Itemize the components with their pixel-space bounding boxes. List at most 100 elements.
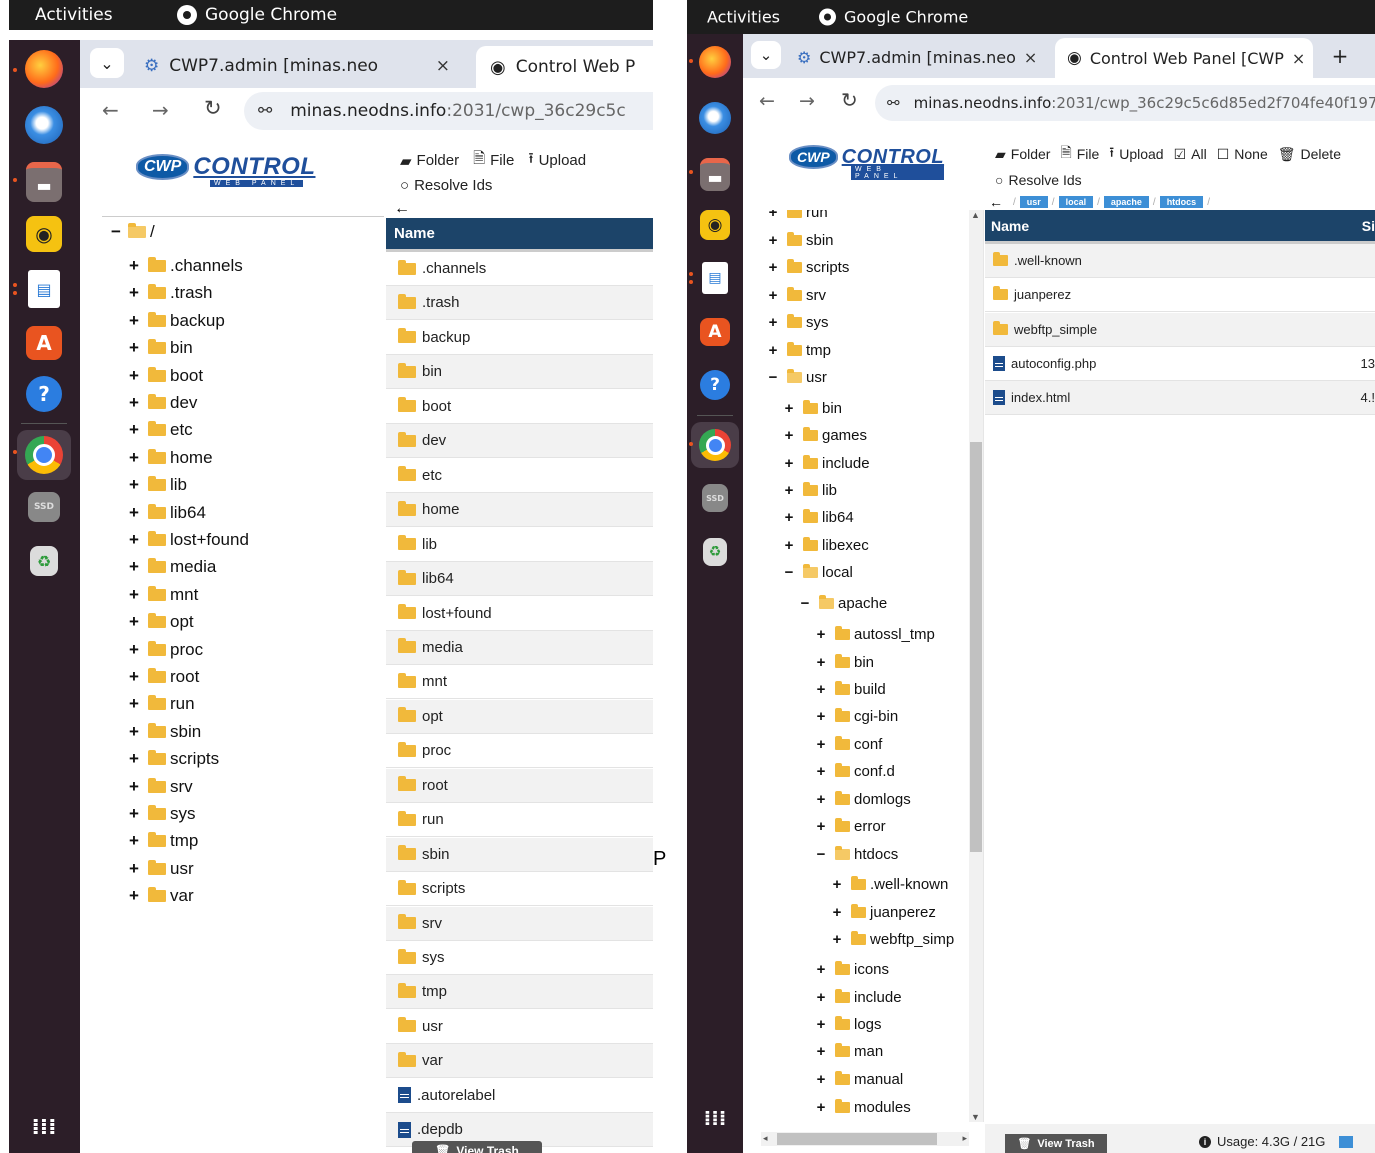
site-info-icon[interactable]: ⚯ bbox=[258, 101, 272, 121]
rhythmbox-icon[interactable]: ◉ bbox=[700, 210, 730, 240]
tree-item[interactable]: + lib bbox=[781, 482, 837, 499]
list-row[interactable]: dev bbox=[386, 424, 653, 459]
expand-icon[interactable]: + bbox=[126, 448, 142, 468]
list-row[interactable]: run bbox=[386, 803, 653, 838]
tree-root[interactable]: − / bbox=[108, 222, 155, 242]
tree-item[interactable]: − htdocs bbox=[813, 846, 898, 863]
expand-icon[interactable]: + bbox=[813, 681, 829, 698]
expand-icon[interactable]: + bbox=[813, 1071, 829, 1088]
tree-item[interactable]: + media bbox=[126, 557, 216, 577]
writer-icon[interactable]: ▤ bbox=[28, 270, 60, 308]
tree-item[interactable]: + man bbox=[813, 1043, 883, 1060]
size-column-header[interactable]: Si bbox=[1362, 218, 1375, 234]
expand-icon[interactable]: + bbox=[829, 876, 845, 893]
tab-dropdown-button[interactable]: ⌄ bbox=[90, 48, 124, 78]
expand-icon[interactable]: + bbox=[126, 777, 142, 797]
tree-item[interactable]: + tmp bbox=[765, 342, 831, 359]
scrollbar-thumb[interactable] bbox=[970, 442, 982, 852]
list-row[interactable]: etc bbox=[386, 459, 653, 493]
app-grid-icon[interactable]: ⁞⁞⁞ bbox=[29, 1112, 59, 1142]
tree-item[interactable]: + lost+found bbox=[126, 530, 249, 550]
tree-item[interactable]: + manual bbox=[813, 1071, 903, 1088]
expand-icon[interactable]: + bbox=[781, 509, 797, 526]
tree-item[interactable]: + var bbox=[126, 886, 194, 906]
list-row[interactable]: lib64 bbox=[386, 562, 653, 597]
tree-item[interactable]: + root bbox=[126, 667, 199, 687]
tree-item[interactable]: + include bbox=[781, 455, 870, 472]
name-column-header[interactable]: Name bbox=[394, 225, 435, 242]
tab-dropdown-button[interactable]: ⌄ bbox=[751, 41, 781, 69]
resolve-ids-button[interactable]: ○ Resolve Ids bbox=[400, 177, 492, 194]
tree-item[interactable]: + backup bbox=[126, 311, 225, 331]
help-icon[interactable]: ? bbox=[700, 370, 730, 400]
thunderbird-icon[interactable] bbox=[25, 106, 63, 144]
tree-item[interactable]: + autossl_tmp bbox=[813, 626, 935, 643]
breadcrumb-item[interactable]: apache bbox=[1103, 196, 1149, 208]
list-row[interactable]: sys bbox=[386, 941, 653, 975]
list-row[interactable]: boot bbox=[386, 390, 653, 424]
tree-item[interactable]: + .channels bbox=[126, 256, 243, 276]
scroll-right-icon[interactable]: ▸ bbox=[962, 1133, 967, 1144]
tab-close-icon[interactable]: × bbox=[1024, 48, 1037, 67]
expand-icon[interactable]: + bbox=[829, 931, 845, 948]
expand-icon[interactable]: + bbox=[126, 366, 142, 386]
tree-item[interactable]: + juanperez bbox=[829, 904, 936, 921]
expand-icon[interactable]: + bbox=[765, 210, 781, 221]
expand-icon[interactable]: + bbox=[126, 420, 142, 440]
tab-cwp-admin[interactable]: ⚙ CWP7.admin [minas.neo × bbox=[797, 38, 1041, 76]
list-row[interactable]: opt bbox=[386, 699, 653, 734]
cwp-logo[interactable]: CWP CONTROL WEB PANEL bbox=[136, 144, 315, 190]
back-arrow-icon[interactable]: ← bbox=[394, 200, 410, 218]
scroll-left-icon[interactable]: ◂ bbox=[763, 1133, 768, 1144]
expand-icon[interactable]: + bbox=[813, 1043, 829, 1060]
tree-vertical-scrollbar[interactable]: ▲ ▼ bbox=[969, 210, 983, 1122]
chrome-icon[interactable] bbox=[17, 430, 71, 480]
tree-item[interactable]: + home bbox=[126, 448, 213, 468]
tree-item[interactable]: − apache bbox=[797, 595, 887, 612]
help-icon[interactable]: ? bbox=[26, 376, 62, 412]
list-row[interactable]: juanperez bbox=[985, 278, 1375, 313]
list-row[interactable]: usr bbox=[386, 1010, 653, 1044]
expand-icon[interactable]: + bbox=[781, 455, 797, 472]
ssd-icon[interactable]: SSD bbox=[702, 484, 728, 512]
expand-icon[interactable]: + bbox=[126, 859, 142, 879]
expand-icon[interactable]: + bbox=[781, 427, 797, 444]
tree-item[interactable]: + sys bbox=[765, 314, 829, 331]
expand-icon[interactable]: + bbox=[126, 886, 142, 906]
tab-cwp-admin[interactable]: ⚙ CWP7.admin [minas.neo × bbox=[144, 46, 462, 86]
list-row[interactable]: var bbox=[386, 1044, 653, 1079]
scroll-down-icon[interactable]: ▼ bbox=[971, 1112, 980, 1122]
view-trash-button[interactable]: 🗑 View Trash bbox=[412, 1141, 542, 1153]
activities-button[interactable]: Activities bbox=[35, 5, 113, 25]
tree-item[interactable]: + proc bbox=[126, 640, 203, 660]
new-folder-button[interactable]: ▰ Folder bbox=[400, 152, 459, 170]
scrollbar-thumb[interactable] bbox=[777, 1133, 937, 1145]
tree-item[interactable]: + run bbox=[126, 694, 195, 714]
upload-button[interactable]: ⭱ Upload bbox=[1109, 142, 1163, 166]
back-icon[interactable]: ← bbox=[759, 90, 775, 112]
tree-item[interactable]: + sbin bbox=[765, 232, 834, 249]
tree-item[interactable]: + error bbox=[813, 818, 886, 835]
tree-item[interactable]: + .trash bbox=[126, 283, 213, 303]
resolve-ids-button[interactable]: ○ Resolve Ids bbox=[995, 172, 1082, 188]
scroll-up-icon[interactable]: ▲ bbox=[971, 210, 980, 220]
tab-close-icon[interactable]: × bbox=[1292, 49, 1305, 68]
expand-icon[interactable]: + bbox=[813, 626, 829, 643]
list-row[interactable]: media bbox=[386, 630, 653, 665]
tab-control-web-panel[interactable]: ◉ Control Web P bbox=[476, 46, 653, 88]
expand-icon[interactable]: + bbox=[126, 667, 142, 687]
app-menu[interactable]: Google Chrome bbox=[819, 8, 968, 27]
tab-close-icon[interactable]: × bbox=[436, 56, 450, 76]
tree-item[interactable]: + dev bbox=[126, 393, 197, 413]
list-row[interactable]: tmp bbox=[386, 975, 653, 1010]
breadcrumb-item[interactable]: local bbox=[1058, 196, 1094, 208]
tree-item[interactable]: + boot bbox=[126, 366, 203, 386]
omnibox[interactable]: ⚯ minas.neodns.info :2031/cwp_36c29c5c6d… bbox=[875, 85, 1375, 121]
list-row[interactable]: proc bbox=[386, 734, 653, 769]
tree-item[interactable]: + cgi-bin bbox=[813, 708, 898, 725]
breadcrumb-item[interactable]: usr bbox=[1019, 196, 1048, 208]
tree-item[interactable]: + domlogs bbox=[813, 791, 911, 808]
app-center-icon[interactable]: A bbox=[26, 326, 62, 360]
trash-icon[interactable]: ♻ bbox=[703, 538, 727, 566]
collapse-icon[interactable]: − bbox=[108, 222, 124, 242]
